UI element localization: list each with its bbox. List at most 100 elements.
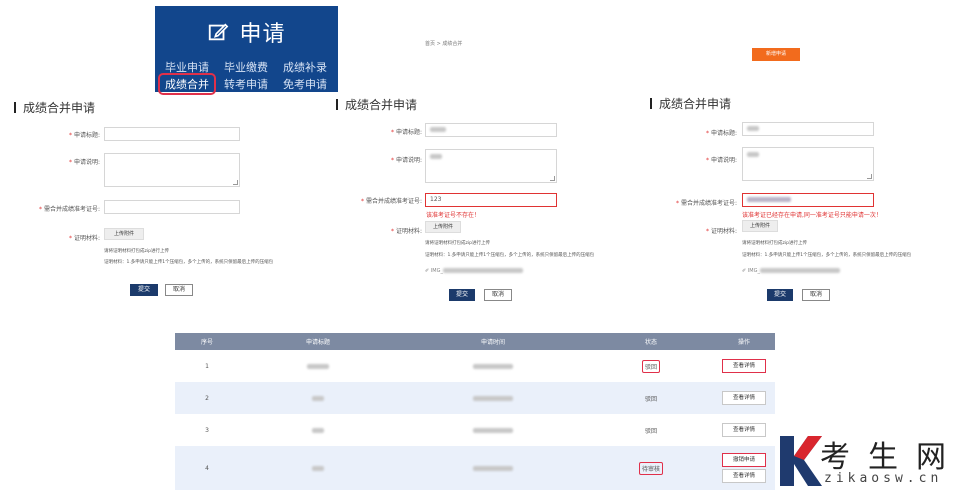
form3-label-material: * 证明材料: <box>665 226 737 235</box>
form3-label-desc: * 申请说明: <box>665 155 737 164</box>
cell-time <box>397 446 589 490</box>
application-table: 序号 申请标题 申请时间 状态 操作 1 驳回 查看详情 2 驳回 查看详情 3… <box>175 333 775 490</box>
menu-header: 申请 <box>155 14 338 50</box>
form3-title: 成绩合并申请 <box>650 95 731 112</box>
label-text: 需合并成绩准考证号: <box>43 206 100 213</box>
required-mark: * <box>705 157 709 164</box>
form3-submit-button[interactable]: 提交 <box>767 289 793 301</box>
form1-desc-textarea[interactable] <box>104 153 240 187</box>
menu-item-graduation-apply[interactable]: 毕业申请 <box>161 59 213 75</box>
form2-label-desc: * 申请说明: <box>350 155 422 164</box>
form3-ticket-error: 该准考证已经存在申请,同一准考证号只能申请一次！ <box>742 212 882 219</box>
form3-desc-textarea[interactable] <box>742 147 874 181</box>
form3-hint-2: 证明材料：1.多申请只能上传1个压缩包，多个上传的，系统只保留最后上传的压缩包 <box>742 253 912 258</box>
required-mark: * <box>38 206 42 213</box>
table-row: 2 驳回 查看详情 <box>175 382 775 414</box>
required-mark: * <box>390 228 394 235</box>
label-text: 申请标题: <box>73 132 100 139</box>
col-header-actions: 操作 <box>713 333 775 350</box>
form2-label-material: * 证明材料: <box>350 226 422 235</box>
label-text: 需合并成绩准考证号: <box>365 198 422 205</box>
form3-ticket-input[interactable] <box>742 193 874 207</box>
required-mark: * <box>360 198 364 205</box>
view-detail-button[interactable]: 查看详情 <box>722 359 766 373</box>
form3-label-ticket: * 需合并成绩准考证号: <box>645 198 737 207</box>
form1-cancel-button[interactable]: 取消 <box>165 284 193 296</box>
view-detail-button[interactable]: 查看详情 <box>722 469 766 483</box>
form2-ticket-error: 该准考证号不存在！ <box>426 212 481 219</box>
new-apply-button[interactable]: 新增申请 <box>752 48 800 61</box>
cell-actions: 查看详情 <box>713 382 775 414</box>
form1-submit-button[interactable]: 提交 <box>130 284 158 296</box>
table-row: 3 驳回 查看详情 <box>175 414 775 446</box>
label-text: 申请说明: <box>73 159 100 166</box>
form2-desc-textarea[interactable] <box>425 149 557 183</box>
form2-hint-1: 请将证明材料打包成zip进行上传 <box>425 241 490 246</box>
form1-title-input[interactable] <box>104 127 240 141</box>
blurred-value <box>747 152 759 157</box>
cell-status: 驳回 <box>589 350 713 382</box>
label-text: 申请标题: <box>710 130 737 137</box>
blurred-value <box>312 395 324 401</box>
label-text: 申请标题: <box>395 129 422 136</box>
col-header-status: 状态 <box>589 333 713 350</box>
cell-status: 驳回 <box>589 382 713 414</box>
blurred-value <box>473 465 513 471</box>
form3-title-text: 成绩合并申请 <box>659 97 732 111</box>
form3-hint-1: 请将证明材料打包成zip进行上传 <box>742 241 807 246</box>
form3-cancel-button[interactable]: 取消 <box>802 289 830 301</box>
form3-title-input[interactable] <box>742 122 874 136</box>
col-header-title: 申请标题 <box>239 333 397 350</box>
cell-actions: 撤销申请 查看详情 <box>713 446 775 490</box>
form1-title-text: 成绩合并申请 <box>23 101 96 115</box>
cell-no: 1 <box>175 350 239 382</box>
status-badge: 驳回 <box>641 359 660 373</box>
form1-hint-2: 证明材料：1.多申请只能上传1个压缩包，多个上传的，系统只保留最后上传的压缩包 <box>104 260 274 265</box>
blurred-value <box>473 395 513 401</box>
col-header-time: 申请时间 <box>397 333 589 350</box>
menu-row-1: 毕业申请 毕业缴费 成绩补录 <box>161 59 331 75</box>
menu-item-exemption-apply[interactable]: 免考申请 <box>279 76 331 92</box>
menu-item-score-merge[interactable]: 成绩合并 <box>158 73 216 95</box>
blurred-value <box>430 127 446 132</box>
form1-upload-button[interactable]: 上传附件 <box>104 228 144 240</box>
menu-row-2: 成绩合并 转考申请 免考申请 <box>158 73 331 95</box>
title-bar <box>336 99 338 110</box>
blurred-value <box>747 126 759 131</box>
form2-title-input[interactable] <box>425 123 557 137</box>
revoke-apply-button[interactable]: 撤销申请 <box>722 453 766 467</box>
form2-label-ticket: * 需合并成绩准考证号: <box>332 196 422 205</box>
required-mark: * <box>390 157 394 164</box>
col-header-no: 序号 <box>175 333 239 350</box>
form2-submit-button[interactable]: 提交 <box>449 289 475 301</box>
label-text: 申请说明: <box>395 157 422 164</box>
required-mark: * <box>675 200 679 207</box>
paperclip-icon: ✐ <box>742 268 747 274</box>
form1-label-title: * 申请标题: <box>30 130 100 139</box>
form1-label-desc: * 申请说明: <box>30 157 100 166</box>
blurred-value <box>312 465 324 471</box>
required-mark: * <box>390 129 394 136</box>
form2-ticket-input[interactable]: 123 <box>425 193 557 207</box>
menu-item-score-supplement[interactable]: 成绩补录 <box>279 59 331 75</box>
view-detail-button[interactable]: 查看详情 <box>722 423 766 437</box>
logo-en-text: zikaosw.cn <box>824 471 943 486</box>
blurred-value <box>747 197 791 202</box>
form3-upload-button[interactable]: 上传附件 <box>742 220 778 232</box>
required-mark: * <box>68 159 72 166</box>
label-text: 需合并成绩准考证号: <box>680 200 737 207</box>
menu-item-graduation-fee[interactable]: 毕业缴费 <box>220 59 272 75</box>
form1-ticket-input[interactable] <box>104 200 240 214</box>
view-detail-button[interactable]: 查看详情 <box>722 391 766 405</box>
cell-time <box>397 382 589 414</box>
site-logo: 考生网 zikaosw.cn <box>778 432 956 496</box>
logo-cn-text: 考生网 <box>820 440 956 475</box>
form3-label-title: * 申请标题: <box>665 128 737 137</box>
form2-upload-button[interactable]: 上传附件 <box>425 221 461 233</box>
form2-cancel-button[interactable]: 取消 <box>484 289 512 301</box>
required-mark: * <box>68 132 72 139</box>
cell-actions: 查看详情 <box>713 350 775 382</box>
menu-item-transfer-apply[interactable]: 转考申请 <box>220 76 272 92</box>
table-header-row: 序号 申请标题 申请时间 状态 操作 <box>175 333 775 350</box>
form2-label-title: * 申请标题: <box>350 127 422 136</box>
